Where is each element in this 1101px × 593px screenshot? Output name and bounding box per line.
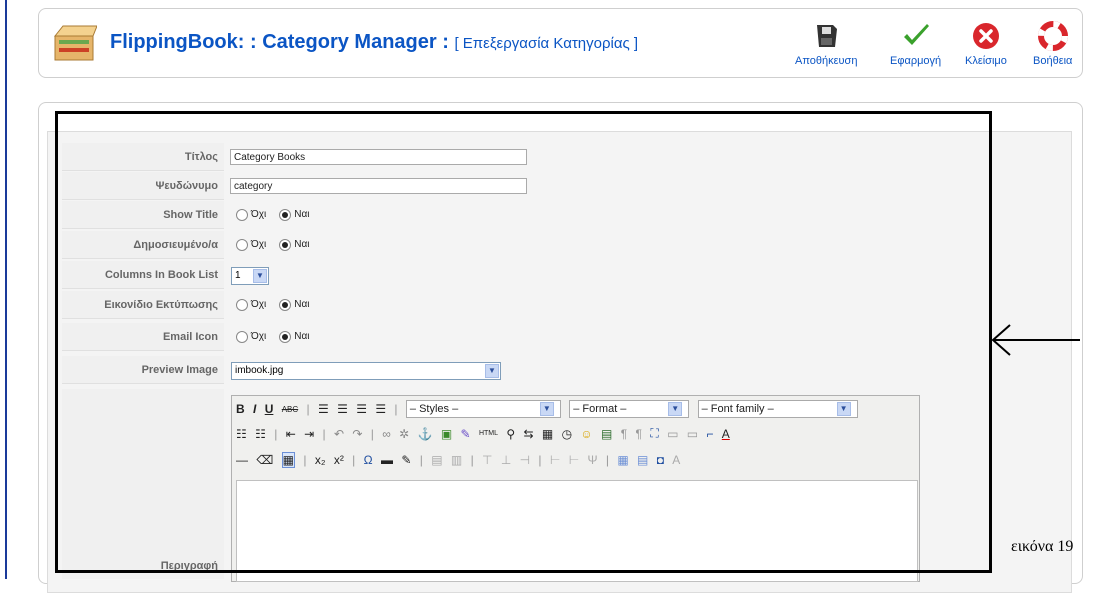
lifebuoy-icon: [1037, 21, 1068, 51]
page-title-sub: [ Επεξεργασία Κατηγορίας ]: [454, 35, 639, 52]
checkmark-icon: [903, 24, 929, 45]
flippingbook-box-icon: [53, 25, 97, 61]
figure-caption: εικόνα 19: [1011, 538, 1074, 555]
close-icon: [972, 23, 999, 49]
page-title-main: FlippingBook: : Category Manager :: [110, 31, 449, 53]
apply-label: Εφαρμογή: [890, 55, 942, 67]
left-border: [0, 0, 13, 579]
help-label: Βοήθεια: [1033, 55, 1073, 67]
annotation-arrow-icon: [991, 324, 1080, 356]
page-title: FlippingBook: : Category Manager : [ Επε…: [110, 31, 638, 54]
apply-button[interactable]: Εφαρμογή: [890, 21, 941, 67]
toolbar-panel: FlippingBook: : Category Manager : [ Επε…: [38, 8, 1083, 78]
help-button[interactable]: Βοήθεια: [1033, 21, 1072, 67]
close-button[interactable]: Κλείσιμο: [965, 21, 1007, 67]
annotation-frame: [55, 111, 992, 573]
close-label: Κλείσιμο: [965, 55, 1007, 67]
floppy-disk-icon: [817, 25, 838, 47]
save-button[interactable]: Αποθήκευση: [795, 21, 857, 67]
save-label: Αποθήκευση: [795, 55, 858, 67]
